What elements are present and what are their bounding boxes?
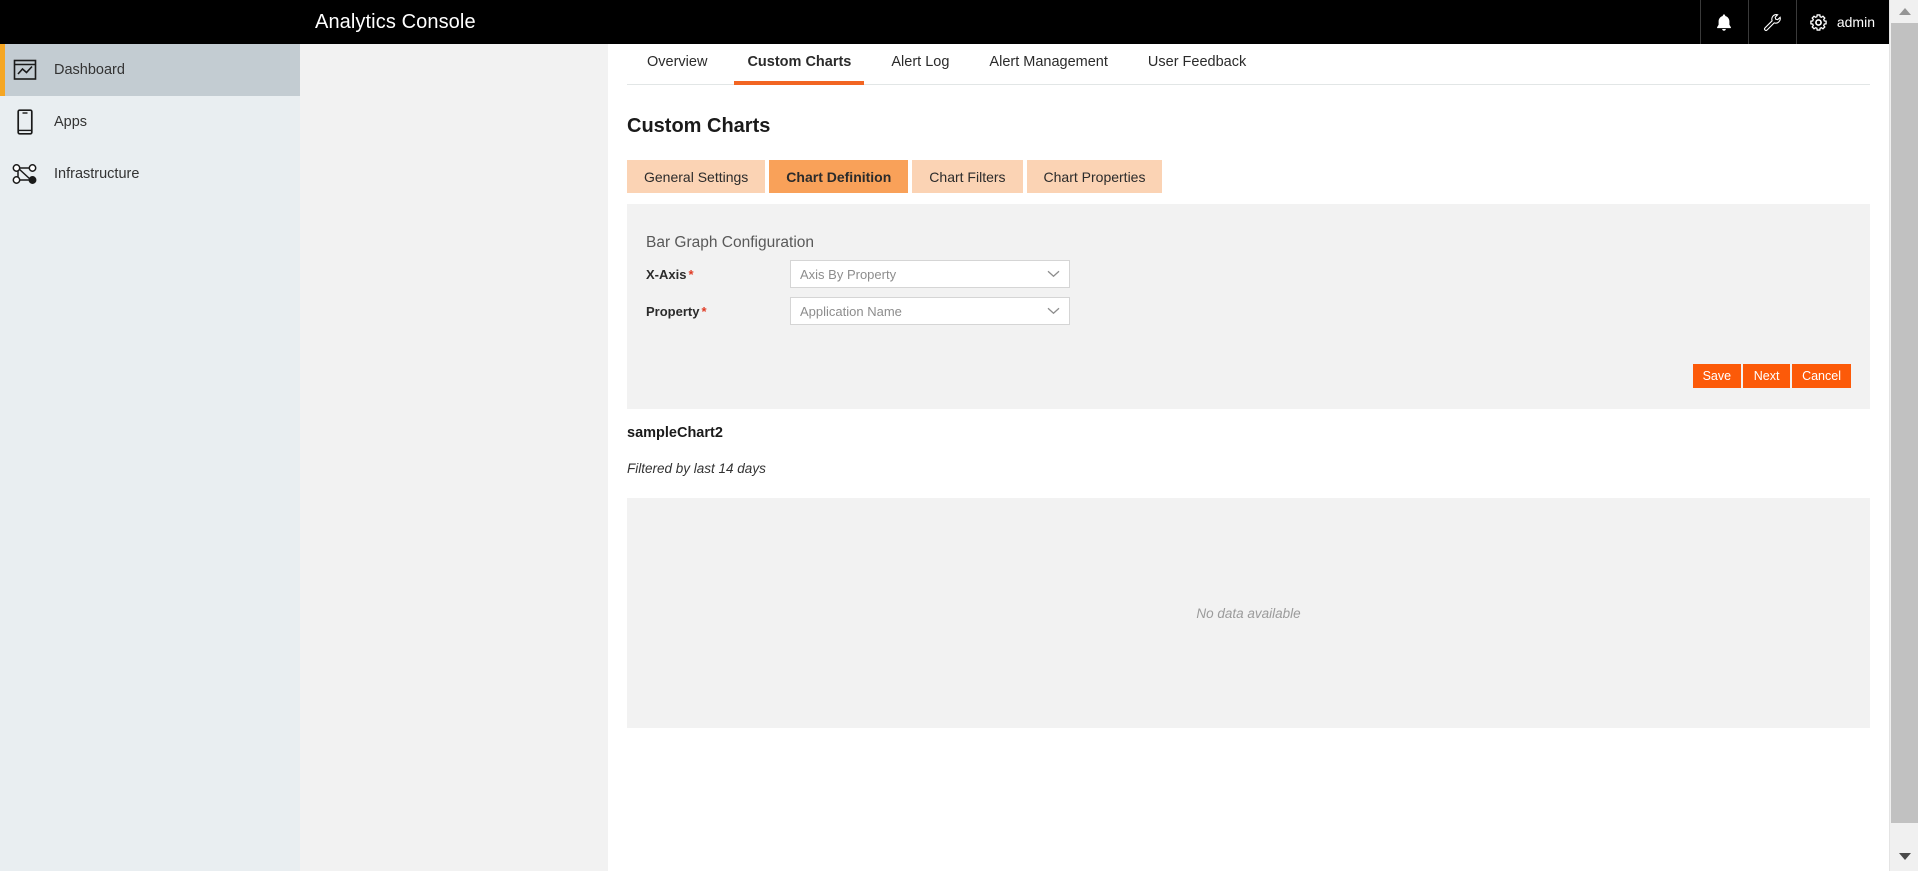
chart-preview-area: No data available	[627, 498, 1870, 728]
sidebar-item-label: Apps	[54, 114, 87, 130]
scroll-down-arrow-icon[interactable]	[1890, 845, 1918, 867]
chart-name: sampleChart2	[627, 425, 1889, 441]
header-actions: admin	[1700, 0, 1889, 44]
subtab-chart-properties[interactable]: Chart Properties	[1027, 160, 1163, 193]
tools-wrench-button[interactable]	[1748, 0, 1796, 44]
field-row-x-axis: X-Axis* Axis By Property	[646, 260, 1070, 288]
tab-alert-management[interactable]: Alert Management	[969, 54, 1127, 84]
form-section-title: Bar Graph Configuration	[646, 234, 814, 252]
x-axis-label: X-Axis*	[646, 267, 790, 282]
sidebar-item-infrastructure[interactable]: Infrastructure	[0, 148, 300, 200]
main-panel: Overview Custom Charts Alert Log Alert M…	[608, 44, 1889, 871]
sidebar-nav: Dashboard Apps	[0, 44, 300, 871]
next-button[interactable]: Next	[1743, 364, 1790, 388]
tab-user-feedback[interactable]: User Feedback	[1128, 54, 1266, 84]
subtab-chart-definition[interactable]: Chart Definition	[769, 160, 908, 193]
chart-filter-note: Filtered by last 14 days	[627, 461, 1889, 476]
x-axis-label-text: X-Axis	[646, 267, 686, 282]
app-title: Analytics Console	[315, 11, 476, 34]
network-nodes-icon	[10, 159, 40, 189]
gear-icon	[1809, 13, 1828, 32]
primary-tab-bar: Overview Custom Charts Alert Log Alert M…	[627, 44, 1870, 85]
property-select-value: Application Name	[800, 304, 902, 319]
app-root: Analytics Console	[0, 0, 1918, 871]
notifications-bell-button[interactable]	[1700, 0, 1748, 44]
tab-overview[interactable]: Overview	[627, 54, 727, 84]
sidebar-item-label: Dashboard	[54, 62, 125, 78]
sidebar-item-apps[interactable]: Apps	[0, 96, 300, 148]
sidebar-item-label: Infrastructure	[54, 166, 139, 182]
mobile-phone-icon	[10, 107, 40, 137]
property-required-marker: *	[701, 304, 706, 319]
app-title-wrap: Analytics Console	[0, 0, 1700, 44]
subtab-bar: General Settings Chart Definition Chart …	[627, 160, 1889, 193]
chart-definition-form: Bar Graph Configuration X-Axis* Axis By …	[627, 204, 1870, 409]
scrollbar-thumb[interactable]	[1891, 23, 1918, 823]
user-name-label: admin	[1837, 14, 1875, 30]
tab-custom-charts[interactable]: Custom Charts	[727, 54, 871, 84]
page-title: Custom Charts	[627, 115, 1889, 138]
property-label: Property*	[646, 304, 790, 319]
save-button[interactable]: Save	[1693, 364, 1742, 388]
page-scrollbar[interactable]	[1889, 0, 1918, 871]
cancel-button[interactable]: Cancel	[1792, 364, 1851, 388]
property-select[interactable]: Application Name	[790, 297, 1070, 325]
tab-alert-log[interactable]: Alert Log	[871, 54, 969, 84]
notifications-bell-icon	[1715, 13, 1733, 32]
chevron-down-icon	[1047, 266, 1060, 281]
x-axis-select[interactable]: Axis By Property	[790, 260, 1070, 288]
property-label-text: Property	[646, 304, 699, 319]
content-canvas: Overview Custom Charts Alert Log Alert M…	[300, 44, 1889, 871]
scroll-up-arrow-icon[interactable]	[1890, 0, 1918, 22]
sidebar-item-dashboard[interactable]: Dashboard	[0, 44, 300, 96]
form-button-row: Save Next Cancel	[1693, 364, 1851, 388]
subtab-general-settings[interactable]: General Settings	[627, 160, 765, 193]
chart-empty-message: No data available	[1196, 606, 1300, 621]
field-row-property: Property* Application Name	[646, 297, 1070, 325]
x-axis-select-value: Axis By Property	[800, 267, 896, 282]
tools-wrench-icon	[1763, 13, 1782, 32]
chevron-down-icon	[1047, 303, 1060, 318]
subtab-chart-filters[interactable]: Chart Filters	[912, 160, 1022, 193]
dashboard-chart-icon	[10, 55, 40, 85]
user-menu-button[interactable]: admin	[1796, 0, 1889, 44]
x-axis-required-marker: *	[688, 267, 693, 282]
top-header-bar: Analytics Console	[0, 0, 1889, 44]
